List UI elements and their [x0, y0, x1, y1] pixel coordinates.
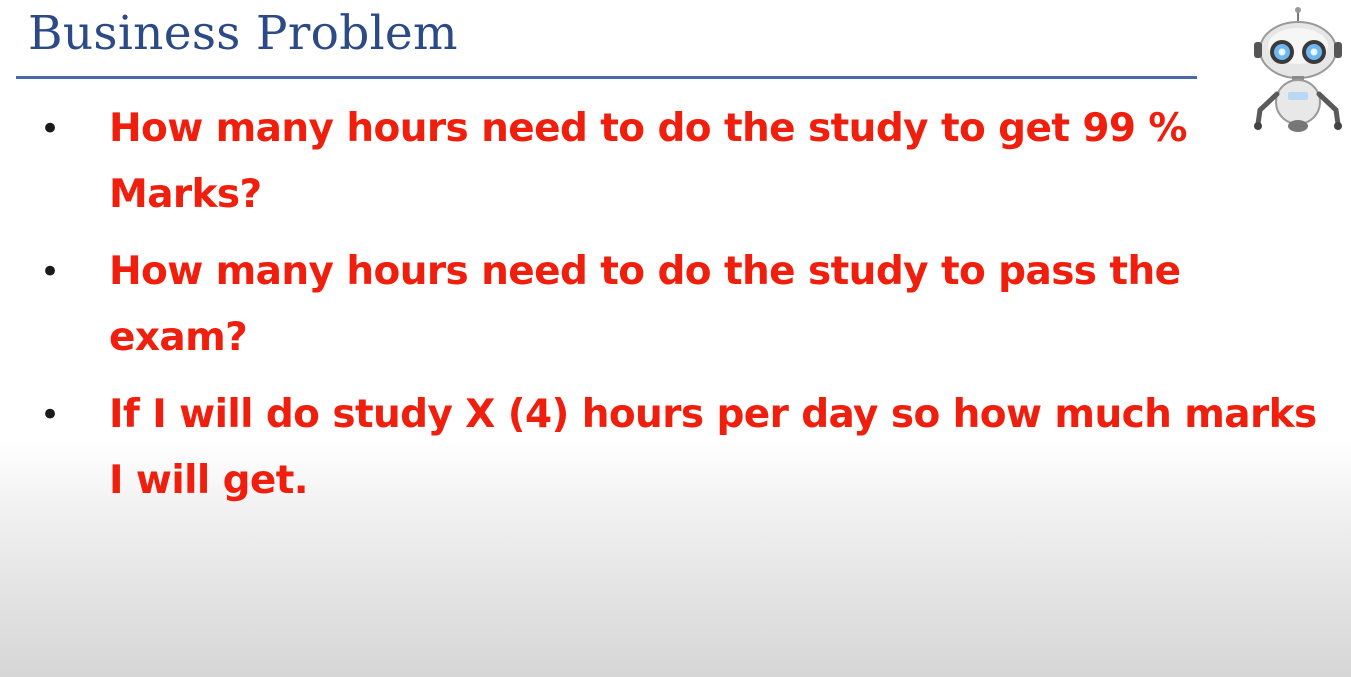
bullet-item: • If I will do study X (4) hours per day… [0, 382, 1329, 514]
bullet-text-line: If I will do study X (4) hours per day s… [109, 392, 1317, 437]
bullet-dot-icon: • [40, 395, 61, 435]
bullet-dot-icon: • [40, 252, 61, 292]
title-underline [16, 76, 1197, 79]
slide-title: Business Problem [28, 6, 458, 61]
bullet-text-line: I will get. [109, 458, 309, 503]
bullet-text-line: How many hours need to do the study to p… [109, 249, 1181, 294]
bullet-dot-icon: • [40, 109, 61, 149]
bullet-text-line: How many hours need to do the study to g… [109, 106, 1187, 151]
bullet-list: • How many hours need to do the study to… [0, 96, 1329, 525]
bullet-item: • How many hours need to do the study to… [0, 239, 1329, 371]
robot-icon [1254, 7, 1342, 132]
bullet-item: • How many hours need to do the study to… [0, 96, 1329, 228]
bullet-text-line: Marks? [109, 172, 262, 217]
bullet-text-line: exam? [109, 315, 248, 360]
